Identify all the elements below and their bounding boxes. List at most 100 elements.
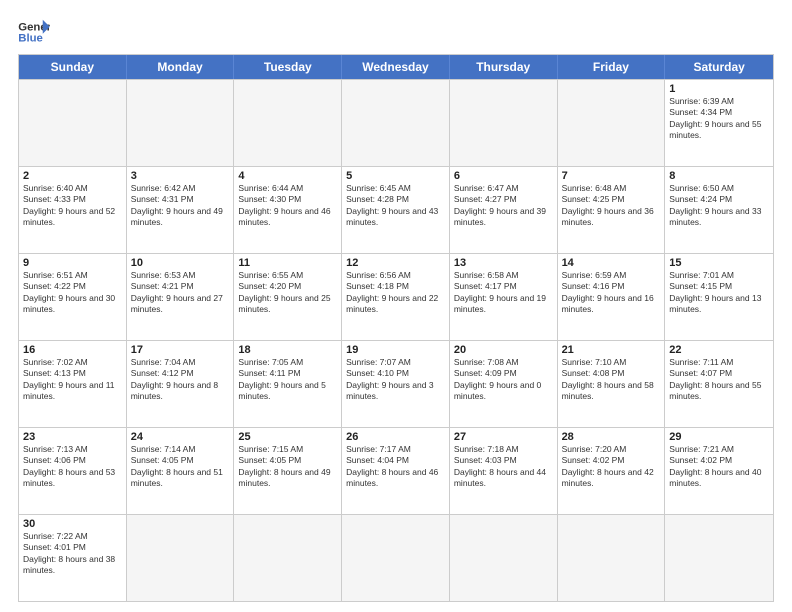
day-number: 24 <box>131 431 230 443</box>
day-info: Sunrise: 6:40 AM Sunset: 4:33 PM Dayligh… <box>23 183 122 229</box>
day-info: Sunrise: 6:47 AM Sunset: 4:27 PM Dayligh… <box>454 183 553 229</box>
calendar-cell-3-0: 16Sunrise: 7:02 AM Sunset: 4:13 PM Dayli… <box>19 341 127 427</box>
calendar-cell-0-3 <box>342 80 450 166</box>
calendar-cell-1-1: 3Sunrise: 6:42 AM Sunset: 4:31 PM Daylig… <box>127 167 235 253</box>
day-info: Sunrise: 6:45 AM Sunset: 4:28 PM Dayligh… <box>346 183 445 229</box>
day-info: Sunrise: 7:01 AM Sunset: 4:15 PM Dayligh… <box>669 270 769 316</box>
calendar-cell-4-1: 24Sunrise: 7:14 AM Sunset: 4:05 PM Dayli… <box>127 428 235 514</box>
calendar-cell-5-6 <box>665 515 773 601</box>
calendar-cell-1-2: 4Sunrise: 6:44 AM Sunset: 4:30 PM Daylig… <box>234 167 342 253</box>
calendar-row-3: 16Sunrise: 7:02 AM Sunset: 4:13 PM Dayli… <box>19 340 773 427</box>
day-info: Sunrise: 7:07 AM Sunset: 4:10 PM Dayligh… <box>346 357 445 403</box>
calendar-cell-2-3: 12Sunrise: 6:56 AM Sunset: 4:18 PM Dayli… <box>342 254 450 340</box>
svg-text:Blue: Blue <box>18 33 43 45</box>
day-info: Sunrise: 7:18 AM Sunset: 4:03 PM Dayligh… <box>454 444 553 490</box>
day-info: Sunrise: 7:22 AM Sunset: 4:01 PM Dayligh… <box>23 531 122 577</box>
calendar-cell-5-4 <box>450 515 558 601</box>
generalblue-logo-icon: General Blue <box>18 18 50 46</box>
day-info: Sunrise: 7:13 AM Sunset: 4:06 PM Dayligh… <box>23 444 122 490</box>
calendar-cell-2-0: 9Sunrise: 6:51 AM Sunset: 4:22 PM Daylig… <box>19 254 127 340</box>
header-day-monday: Monday <box>127 55 235 79</box>
day-info: Sunrise: 7:20 AM Sunset: 4:02 PM Dayligh… <box>562 444 661 490</box>
calendar-cell-5-3 <box>342 515 450 601</box>
day-info: Sunrise: 6:42 AM Sunset: 4:31 PM Dayligh… <box>131 183 230 229</box>
calendar-cell-4-5: 28Sunrise: 7:20 AM Sunset: 4:02 PM Dayli… <box>558 428 666 514</box>
day-info: Sunrise: 6:56 AM Sunset: 4:18 PM Dayligh… <box>346 270 445 316</box>
day-number: 22 <box>669 344 769 356</box>
calendar-cell-0-1 <box>127 80 235 166</box>
day-number: 9 <box>23 257 122 269</box>
calendar-cell-2-2: 11Sunrise: 6:55 AM Sunset: 4:20 PM Dayli… <box>234 254 342 340</box>
calendar-cell-0-0 <box>19 80 127 166</box>
calendar-cell-3-2: 18Sunrise: 7:05 AM Sunset: 4:11 PM Dayli… <box>234 341 342 427</box>
day-info: Sunrise: 7:15 AM Sunset: 4:05 PM Dayligh… <box>238 444 337 490</box>
day-number: 30 <box>23 518 122 530</box>
calendar-row-5: 30Sunrise: 7:22 AM Sunset: 4:01 PM Dayli… <box>19 514 773 601</box>
logo: General Blue <box>18 18 50 46</box>
day-info: Sunrise: 6:39 AM Sunset: 4:34 PM Dayligh… <box>669 96 769 142</box>
calendar-cell-0-6: 1Sunrise: 6:39 AM Sunset: 4:34 PM Daylig… <box>665 80 773 166</box>
day-info: Sunrise: 6:55 AM Sunset: 4:20 PM Dayligh… <box>238 270 337 316</box>
calendar-cell-4-3: 26Sunrise: 7:17 AM Sunset: 4:04 PM Dayli… <box>342 428 450 514</box>
day-info: Sunrise: 7:05 AM Sunset: 4:11 PM Dayligh… <box>238 357 337 403</box>
day-number: 26 <box>346 431 445 443</box>
calendar-cell-0-2 <box>234 80 342 166</box>
day-info: Sunrise: 6:51 AM Sunset: 4:22 PM Dayligh… <box>23 270 122 316</box>
day-number: 12 <box>346 257 445 269</box>
calendar-cell-3-3: 19Sunrise: 7:07 AM Sunset: 4:10 PM Dayli… <box>342 341 450 427</box>
day-info: Sunrise: 7:02 AM Sunset: 4:13 PM Dayligh… <box>23 357 122 403</box>
calendar-cell-2-1: 10Sunrise: 6:53 AM Sunset: 4:21 PM Dayli… <box>127 254 235 340</box>
calendar-cell-1-4: 6Sunrise: 6:47 AM Sunset: 4:27 PM Daylig… <box>450 167 558 253</box>
calendar-body: 1Sunrise: 6:39 AM Sunset: 4:34 PM Daylig… <box>19 79 773 601</box>
page: General Blue SundayMondayTuesdayWednesda… <box>0 0 792 612</box>
day-number: 21 <box>562 344 661 356</box>
day-info: Sunrise: 6:59 AM Sunset: 4:16 PM Dayligh… <box>562 270 661 316</box>
day-number: 5 <box>346 170 445 182</box>
day-number: 3 <box>131 170 230 182</box>
calendar-cell-5-5 <box>558 515 666 601</box>
day-info: Sunrise: 7:14 AM Sunset: 4:05 PM Dayligh… <box>131 444 230 490</box>
day-info: Sunrise: 7:17 AM Sunset: 4:04 PM Dayligh… <box>346 444 445 490</box>
calendar-cell-5-0: 30Sunrise: 7:22 AM Sunset: 4:01 PM Dayli… <box>19 515 127 601</box>
day-number: 16 <box>23 344 122 356</box>
day-number: 28 <box>562 431 661 443</box>
day-info: Sunrise: 6:53 AM Sunset: 4:21 PM Dayligh… <box>131 270 230 316</box>
day-info: Sunrise: 7:11 AM Sunset: 4:07 PM Dayligh… <box>669 357 769 403</box>
calendar-cell-5-1 <box>127 515 235 601</box>
header-day-wednesday: Wednesday <box>342 55 450 79</box>
day-number: 13 <box>454 257 553 269</box>
day-number: 19 <box>346 344 445 356</box>
day-number: 10 <box>131 257 230 269</box>
calendar-cell-1-0: 2Sunrise: 6:40 AM Sunset: 4:33 PM Daylig… <box>19 167 127 253</box>
calendar-cell-0-4 <box>450 80 558 166</box>
calendar-cell-3-6: 22Sunrise: 7:11 AM Sunset: 4:07 PM Dayli… <box>665 341 773 427</box>
calendar-cell-3-1: 17Sunrise: 7:04 AM Sunset: 4:12 PM Dayli… <box>127 341 235 427</box>
day-number: 1 <box>669 83 769 95</box>
header: General Blue <box>18 18 774 46</box>
calendar-row-2: 9Sunrise: 6:51 AM Sunset: 4:22 PM Daylig… <box>19 253 773 340</box>
day-number: 17 <box>131 344 230 356</box>
calendar-cell-2-5: 14Sunrise: 6:59 AM Sunset: 4:16 PM Dayli… <box>558 254 666 340</box>
day-number: 8 <box>669 170 769 182</box>
calendar-cell-2-4: 13Sunrise: 6:58 AM Sunset: 4:17 PM Dayli… <box>450 254 558 340</box>
day-info: Sunrise: 6:44 AM Sunset: 4:30 PM Dayligh… <box>238 183 337 229</box>
day-number: 27 <box>454 431 553 443</box>
header-day-thursday: Thursday <box>450 55 558 79</box>
calendar-cell-3-4: 20Sunrise: 7:08 AM Sunset: 4:09 PM Dayli… <box>450 341 558 427</box>
calendar-cell-4-2: 25Sunrise: 7:15 AM Sunset: 4:05 PM Dayli… <box>234 428 342 514</box>
calendar-row-1: 2Sunrise: 6:40 AM Sunset: 4:33 PM Daylig… <box>19 166 773 253</box>
day-number: 23 <box>23 431 122 443</box>
calendar-cell-1-5: 7Sunrise: 6:48 AM Sunset: 4:25 PM Daylig… <box>558 167 666 253</box>
calendar-header: SundayMondayTuesdayWednesdayThursdayFrid… <box>19 55 773 79</box>
calendar-row-0: 1Sunrise: 6:39 AM Sunset: 4:34 PM Daylig… <box>19 79 773 166</box>
day-info: Sunrise: 7:04 AM Sunset: 4:12 PM Dayligh… <box>131 357 230 403</box>
day-info: Sunrise: 7:08 AM Sunset: 4:09 PM Dayligh… <box>454 357 553 403</box>
calendar-cell-3-5: 21Sunrise: 7:10 AM Sunset: 4:08 PM Dayli… <box>558 341 666 427</box>
day-info: Sunrise: 7:21 AM Sunset: 4:02 PM Dayligh… <box>669 444 769 490</box>
day-number: 18 <box>238 344 337 356</box>
header-day-saturday: Saturday <box>665 55 773 79</box>
header-day-friday: Friday <box>558 55 666 79</box>
day-number: 11 <box>238 257 337 269</box>
calendar-cell-2-6: 15Sunrise: 7:01 AM Sunset: 4:15 PM Dayli… <box>665 254 773 340</box>
day-number: 2 <box>23 170 122 182</box>
